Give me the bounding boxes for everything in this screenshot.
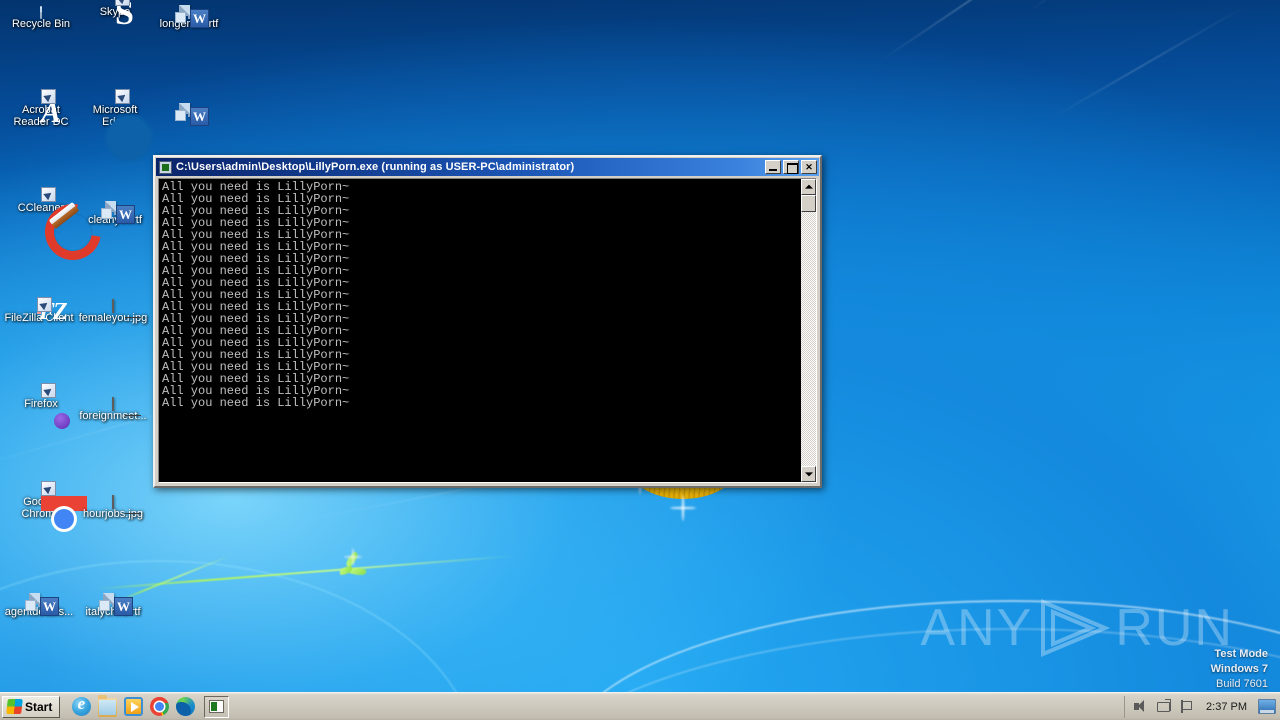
wallpaper-streak [1029,0,1233,12]
word-document-icon: W [175,103,209,126]
desktop-icon[interactable]: Witalychild.rtf [76,593,150,618]
windows-media-player-icon [123,697,143,716]
shortcut-arrow-icon [41,187,56,202]
anyrun-watermark: ANY RUN [920,598,1234,658]
image-file-icon [112,397,114,411]
desktop-icon-label: Firefox [24,398,58,410]
word-document-icon: W [175,5,209,28]
console-window[interactable]: C:\Users\admin\Desktop\LillyPorn.exe (ru… [153,155,822,488]
desktop-icon[interactable]: Microsoft Edge [78,89,152,128]
console-icon [159,160,172,174]
test-mode-notice: Test Mode Windows 7 Build 7601 [1211,647,1268,692]
scroll-down-button[interactable] [801,466,816,482]
image-file-icon [112,299,114,313]
quick-launch-bar [68,694,198,719]
desktop-icon[interactable]: Recycle Bin [4,6,78,30]
console-vertical-scrollbar[interactable] [800,179,816,482]
desktop-icon[interactable]: Acrobat Reader DC [4,89,78,128]
desktop-icon-label: agentdetails... [4,606,74,618]
desktop-icon-label: longertue.rtf [159,18,219,30]
console-client-area: All you need is LillyPorn~ All you need i… [158,178,817,483]
shortcut-arrow-icon [37,297,52,312]
shortcut-arrow-icon [41,89,56,104]
taskbar-window-buttons [204,695,230,718]
desktop-icon[interactable]: W [152,103,226,126]
desktop-icon[interactable]: femaleyou.jpg [76,299,150,324]
desktop-icon[interactable]: Wagentdetails... [2,593,76,618]
image-file-icon [112,495,114,509]
quick-launch-windows-explorer[interactable] [94,695,120,719]
anyrun-watermark-any: ANY [920,599,1034,657]
desktop-icon[interactable]: Wlongertue.rtf [152,5,226,30]
word-document-icon: W [101,201,135,224]
console-output-line: All you need is LillyPorn~ [162,396,350,410]
console-output: All you need is LillyPorn~ All you need i… [159,179,800,482]
desktop-icon[interactable]: Firefox [4,383,78,410]
taskbar: Start 2:37 PM [0,692,1280,720]
test-mode-line2: Windows 7 [1210,663,1268,675]
shortcut-arrow-icon [41,383,56,398]
desktop-icon-label: cleanyet.rtf [88,214,142,226]
wallpaper-leaf [344,551,360,568]
show-desktop-button[interactable] [1258,699,1276,714]
microsoft-edge-icon [175,697,195,716]
desktop-icon[interactable]: Wcleanyet.rtf [78,201,152,226]
console-icon [209,700,225,713]
wallpaper-streak [1049,3,1250,120]
console-title-bar[interactable]: C:\Users\admin\Desktop\LillyPorn.exe (ru… [156,158,819,176]
desktop-icon[interactable]: Skype [78,0,152,18]
desktop-icon-label: italychild.rtf [85,606,141,618]
console-window-title: C:\Users\admin\Desktop\LillyPorn.exe (ru… [176,161,575,173]
desktop-icon-label: femaleyou.jpg [78,312,148,324]
minimize-button[interactable] [765,160,781,174]
close-button[interactable] [801,160,817,174]
word-document-icon: W [99,593,133,616]
start-button-label: Start [25,699,53,714]
desktop-icon[interactable]: hourjobs.jpg [76,495,150,520]
wallpaper-leaf [339,565,353,576]
internet-explorer-icon [71,694,91,716]
maximize-button[interactable] [783,160,799,174]
desktop-icon-label: Recycle Bin [11,18,71,30]
desktop-icon[interactable]: CCleaner [4,187,78,214]
desktop-icon-label: hourjobs.jpg [83,508,143,520]
shortcut-arrow-icon [115,0,130,6]
scrollbar-track[interactable] [801,195,816,466]
wallpaper-streak [879,0,1155,62]
chevron-down-icon [804,472,813,477]
shortcut-arrow-icon [115,89,130,104]
chrome-icon [149,697,169,716]
volume-icon[interactable] [1133,699,1149,714]
windows-explorer-icon [97,695,117,717]
quick-launch-chrome[interactable] [146,695,172,719]
shortcut-arrow-icon [41,481,56,496]
filezilla-icon [37,297,52,314]
windows-flag-icon [6,699,23,714]
test-mode-line1: Test Mode [1214,648,1268,660]
clock[interactable]: 2:37 PM [1202,701,1251,713]
recycle-bin-icon [40,6,42,19]
desktop-icon[interactable]: foreignmeet... [76,397,150,422]
taskbar-console-window[interactable] [204,695,230,718]
action-center-flag-icon[interactable] [1179,699,1195,714]
quick-launch-microsoft-edge[interactable] [172,695,198,719]
scroll-up-button[interactable] [801,179,816,195]
quick-launch-windows-media-player[interactable] [120,695,146,719]
chevron-up-icon [804,184,813,189]
test-mode-line3: Build 7601 [1216,678,1268,690]
scrollbar-thumb[interactable] [801,195,816,212]
desktop-icon[interactable]: Google Chrome [4,481,78,520]
wallpaper-swoosh [0,560,480,692]
word-document-icon: W [25,593,59,616]
start-button[interactable]: Start [2,695,61,718]
system-tray: 2:37 PM [1124,695,1280,718]
quick-launch-internet-explorer[interactable] [68,694,94,719]
network-icon[interactable] [1156,699,1172,714]
desktop-icon[interactable]: FileZilla Client [2,297,76,324]
desktop-icon-label: foreignmeet... [79,410,147,422]
play-triangle-icon [1037,598,1111,658]
